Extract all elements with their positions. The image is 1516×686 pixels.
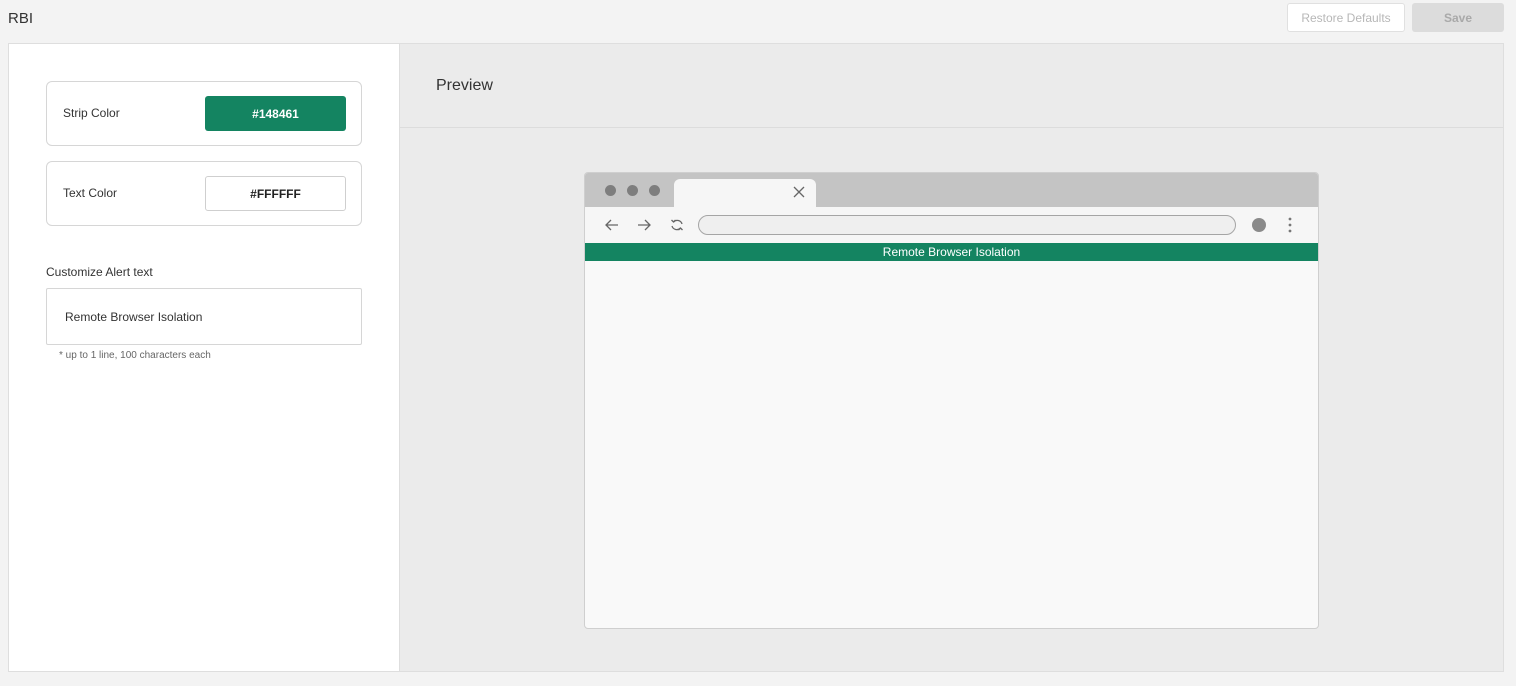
browser-mockup: Remote Browser Isolation [584,172,1319,629]
kebab-menu-icon [1288,217,1292,233]
alert-text-hint: * up to 1 line, 100 characters each [59,350,211,361]
strip-color-picker[interactable]: #148461 [205,96,346,131]
main-panel: Strip Color #148461 Text Color #FFFFFF C… [8,43,1504,672]
preview-panel: Preview Remote Browser Isolation [400,44,1503,671]
strip-color-row: Strip Color #148461 [46,81,362,146]
text-color-picker[interactable]: #FFFFFF [205,176,346,211]
strip-color-label: Strip Color [63,106,120,120]
arrow-right-icon [638,219,651,231]
settings-panel: Strip Color #148461 Text Color #FFFFFF C… [9,44,400,671]
restore-defaults-button[interactable]: Restore Defaults [1287,3,1405,32]
address-bar [698,215,1236,235]
preview-title: Preview [436,77,493,94]
close-icon [793,186,805,198]
page-title: RBI [8,10,34,27]
browser-tab [674,179,816,207]
preview-header: Preview [400,44,1503,128]
refresh-icon [671,219,683,231]
alert-strip: Remote Browser Isolation [585,243,1318,261]
window-dot-icon [605,185,616,196]
arrow-left-icon [605,219,618,231]
alert-text-input[interactable] [46,288,362,345]
browser-nav-bar [585,207,1318,243]
save-button[interactable]: Save [1412,3,1504,32]
window-dot-icon [627,185,638,196]
avatar-icon [1252,218,1266,232]
top-bar: RBI Restore Defaults Save [0,0,1516,40]
window-dot-icon [649,185,660,196]
alert-text-label: Customize Alert text [46,265,153,279]
text-color-row: Text Color #FFFFFF [46,161,362,226]
text-color-label: Text Color [63,186,118,200]
browser-tab-bar [585,173,1318,207]
